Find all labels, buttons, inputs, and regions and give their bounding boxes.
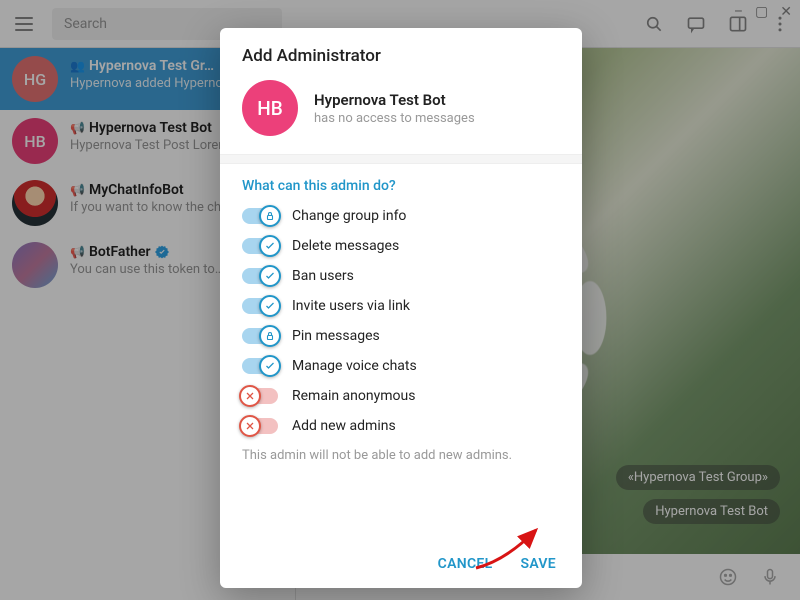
dialog-body[interactable]: What can this admin do? Change group inf… — [220, 164, 582, 542]
permission-row: Pin messages — [242, 328, 560, 344]
permission-toggle[interactable] — [242, 208, 278, 224]
permission-row: Delete messages — [242, 238, 560, 254]
permission-label: Add new admins — [292, 418, 396, 434]
dialog-separator — [220, 154, 582, 164]
permission-toggle[interactable] — [242, 268, 278, 284]
lock-icon — [259, 205, 281, 227]
permission-toggle[interactable] — [242, 238, 278, 254]
minimize-button[interactable]: – — [734, 4, 743, 20]
permission-row: Manage voice chats — [242, 358, 560, 374]
permission-toggle[interactable] — [242, 418, 278, 434]
permission-label: Change group info — [292, 208, 406, 224]
permission-label: Remain anonymous — [292, 388, 415, 404]
permission-row: Invite users via link — [242, 298, 560, 314]
permission-label: Ban users — [292, 268, 354, 284]
permission-label: Invite users via link — [292, 298, 410, 314]
save-button[interactable]: SAVE — [520, 556, 556, 572]
permission-row: Ban users — [242, 268, 560, 284]
permissions-hint: This admin will not be able to add new a… — [242, 448, 560, 463]
check-icon — [259, 235, 281, 257]
check-icon — [259, 295, 281, 317]
lock-icon — [259, 325, 281, 347]
permission-toggle[interactable] — [242, 328, 278, 344]
window-controls: – ▢ ✕ — [734, 4, 792, 20]
admin-status: has no access to messages — [314, 111, 475, 126]
check-icon — [259, 265, 281, 287]
dialog-title: Add Administrator — [220, 28, 582, 80]
add-administrator-dialog: Add Administrator HB Hypernova Test Bot … — [220, 28, 582, 588]
cross-icon — [239, 415, 261, 437]
permission-row: Remain anonymous — [242, 388, 560, 404]
admin-name: Hypernova Test Bot — [314, 91, 475, 109]
dialog-actions: CANCEL SAVE — [220, 542, 582, 588]
permission-toggle[interactable] — [242, 388, 278, 404]
dialog-header: HB Hypernova Test Bot has no access to m… — [220, 80, 582, 154]
permission-toggle[interactable] — [242, 358, 278, 374]
maximize-button[interactable]: ▢ — [755, 4, 768, 20]
permission-toggle[interactable] — [242, 298, 278, 314]
check-icon — [259, 355, 281, 377]
cross-icon — [239, 385, 261, 407]
permission-label: Pin messages — [292, 328, 380, 344]
permission-label: Manage voice chats — [292, 358, 417, 374]
permission-label: Delete messages — [292, 238, 399, 254]
permission-row: Change group info — [242, 208, 560, 224]
permissions-heading: What can this admin do? — [242, 178, 560, 194]
admin-avatar: HB — [242, 80, 298, 136]
cancel-button[interactable]: CANCEL — [438, 556, 493, 572]
permission-row: Add new admins — [242, 418, 560, 434]
close-button[interactable]: ✕ — [780, 4, 792, 20]
